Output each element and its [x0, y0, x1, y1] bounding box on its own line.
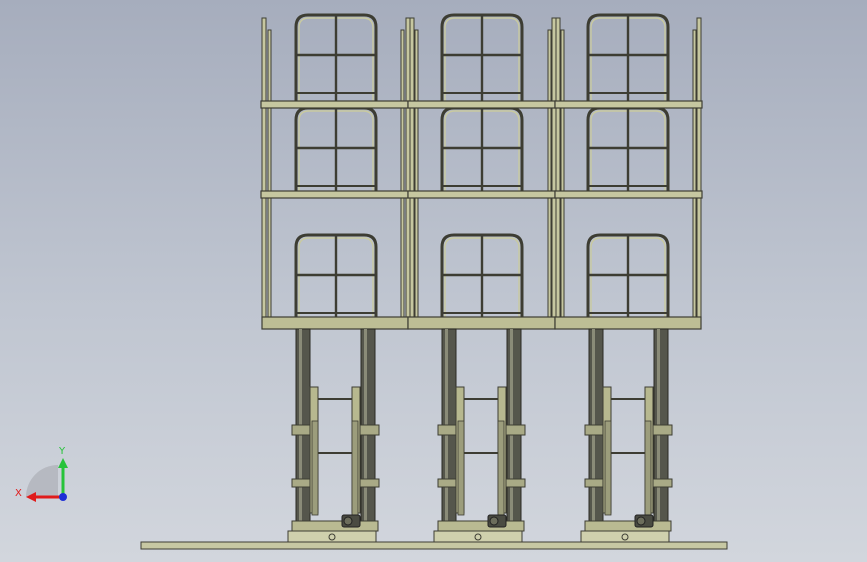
ground-plate: [140, 541, 728, 550]
window-grid: [294, 13, 670, 327]
platform-deck: [261, 316, 702, 330]
lift-mechanisms: [287, 328, 673, 544]
cad-viewport[interactable]: Y X: [0, 0, 867, 562]
triad-y-arrowhead: [58, 458, 68, 468]
triad-x-label: X: [15, 488, 22, 499]
orientation-triad[interactable]: Y X: [15, 446, 68, 502]
triad-z-axis: [59, 493, 67, 501]
triad-y-label: Y: [58, 446, 66, 457]
triad-quadrant: [26, 465, 58, 497]
model-graphics[interactable]: Y X: [0, 0, 867, 562]
